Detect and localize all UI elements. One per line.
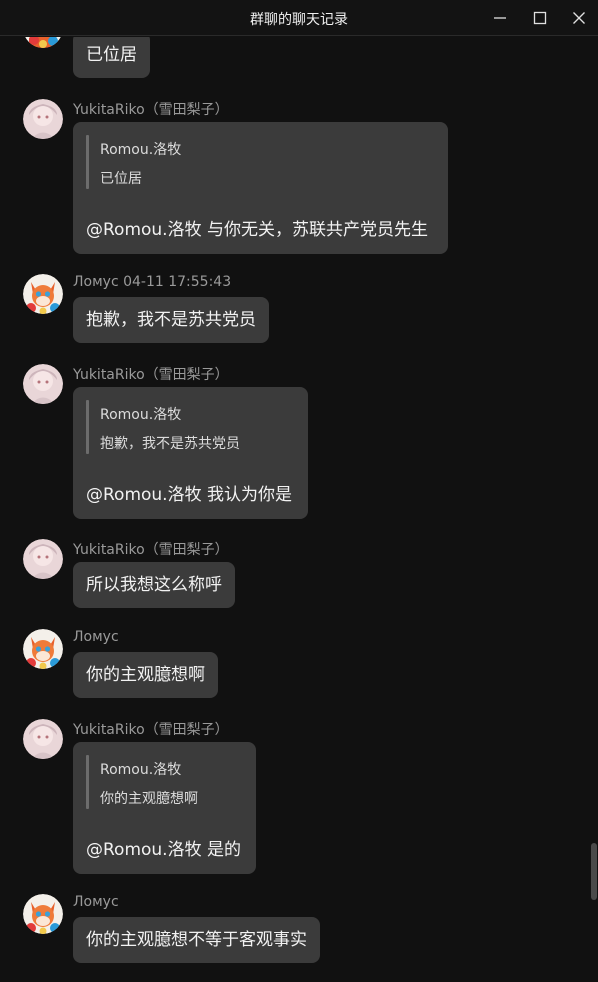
message-text: @Romou.洛牧 我认为你是 <box>86 485 292 505</box>
close-icon <box>573 12 585 24</box>
quote-bar <box>86 135 89 189</box>
fox-avatar[interactable] <box>23 894 63 934</box>
quoted-text: 已位居 <box>100 171 142 187</box>
sender-name: Ломус <box>73 629 119 645</box>
title-bar: 群聊的聊天记录 <box>0 0 598 36</box>
sender-name: Ломус 04-11 17:55:43 <box>73 274 232 290</box>
minimize-icon <box>494 17 506 19</box>
quoted-author: Romou.洛牧 <box>100 407 182 423</box>
scrollbar[interactable] <box>589 37 598 982</box>
girl-avatar[interactable] <box>23 539 63 579</box>
sender-name: Ломус <box>73 894 119 910</box>
scrollbar-thumb[interactable] <box>591 843 597 900</box>
fox-avatar[interactable] <box>23 274 63 314</box>
sender-name: YukitaRiko（雪田梨子） <box>73 542 229 558</box>
quote-bar <box>86 400 89 454</box>
message-bubble[interactable]: 抱歉，我不是苏共党员 <box>73 297 269 343</box>
sender-name: YukitaRiko（雪田梨子） <box>73 367 229 383</box>
girl-avatar[interactable] <box>23 364 63 404</box>
message-bubble[interactable]: Romou.洛牧 已位居 @Romou.洛牧 与你无关，苏联共产党员先生 <box>73 122 448 254</box>
sender-name: YukitaRiko（雪田梨子） <box>73 102 229 118</box>
quoted-text: 抱歉，我不是苏共党员 <box>100 436 240 452</box>
sender-name: YukitaRiko（雪田梨子） <box>73 722 229 738</box>
message-bubble[interactable]: 所以我想这么称呼 <box>73 562 235 608</box>
quoted-author: Romou.洛牧 <box>100 142 182 158</box>
maximize-icon <box>533 11 547 25</box>
chat-history[interactable]: 已位居 YukitaRiko（雪田梨子） Romou.洛牧 已位居 @Romou… <box>0 37 588 982</box>
quoted-author: Romou.洛牧 <box>100 762 182 778</box>
message-bubble[interactable]: 已位居 <box>73 37 150 78</box>
fox-avatar[interactable] <box>23 629 63 669</box>
message-bubble[interactable]: 你的主观臆想啊 <box>73 652 218 698</box>
message-bubble[interactable]: Romou.洛牧 你的主观臆想啊 @Romou.洛牧 是的 <box>73 742 256 874</box>
minimize-button[interactable] <box>480 0 520 36</box>
close-button[interactable] <box>559 0 598 36</box>
maximize-button[interactable] <box>520 0 560 36</box>
quoted-text: 你的主观臆想啊 <box>100 791 198 807</box>
message-text: @Romou.洛牧 与你无关，苏联共产党员先生 <box>86 220 428 240</box>
message-bubble[interactable]: Romou.洛牧 抱歉，我不是苏共党员 @Romou.洛牧 我认为你是 <box>73 387 308 519</box>
message-bubble[interactable]: 你的主观臆想不等于客观事实 <box>73 917 320 963</box>
quote-bar <box>86 755 89 809</box>
message-text: @Romou.洛牧 是的 <box>86 840 241 860</box>
girl-avatar[interactable] <box>23 719 63 759</box>
fox-avatar[interactable] <box>23 37 63 48</box>
girl-avatar[interactable] <box>23 99 63 139</box>
